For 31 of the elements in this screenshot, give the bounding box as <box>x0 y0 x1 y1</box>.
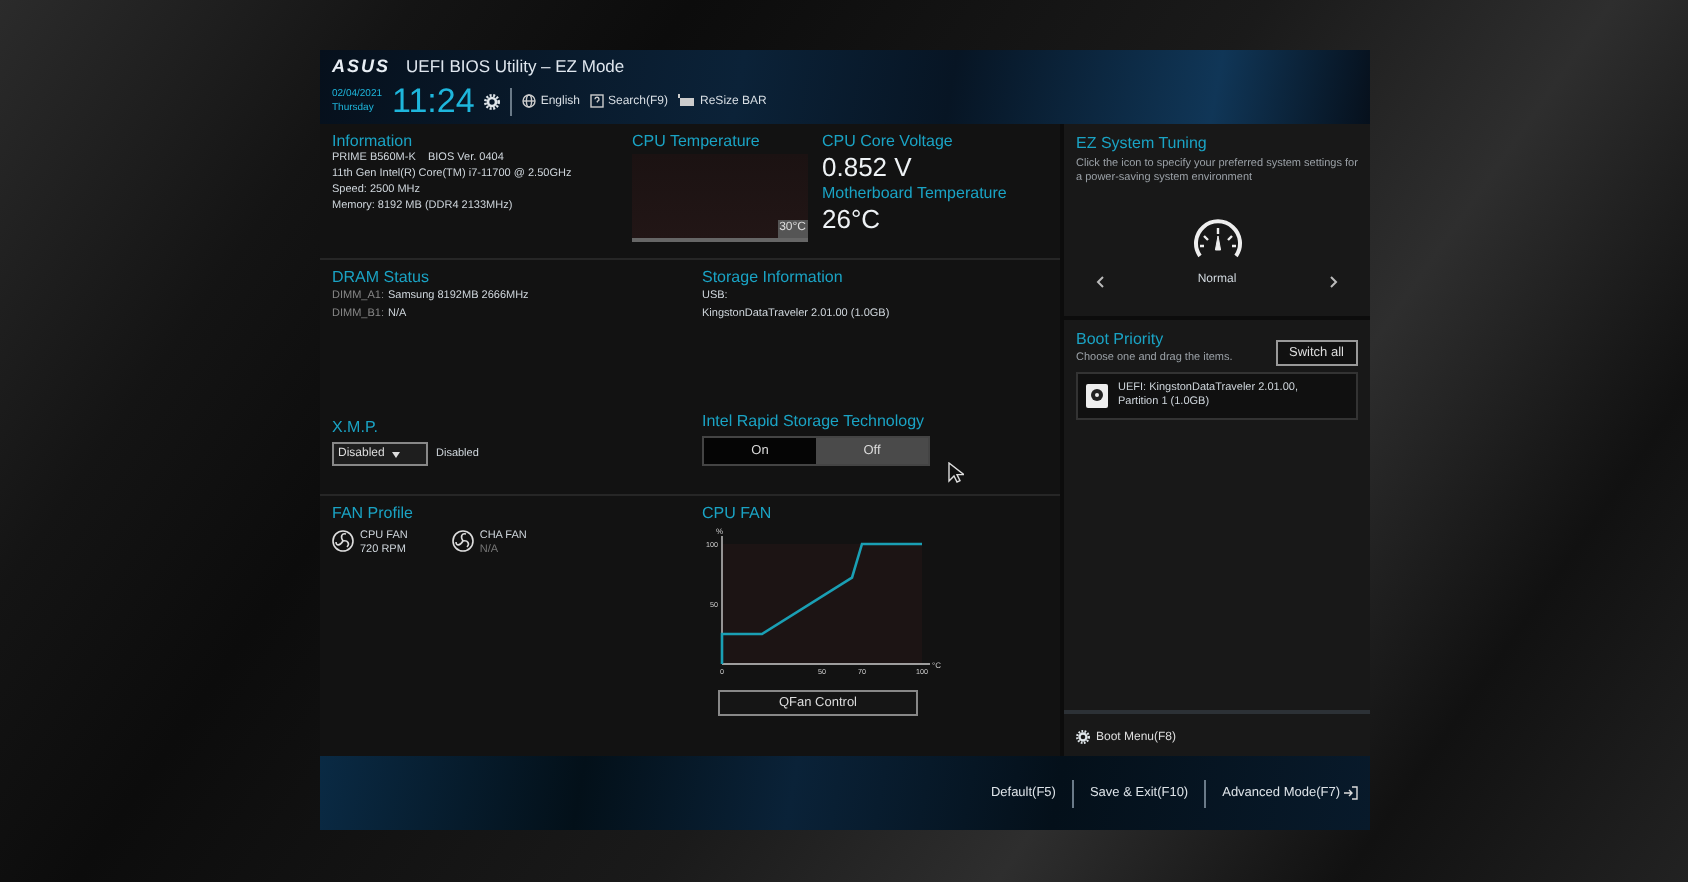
section-title: FAN Profile <box>332 504 415 522</box>
globe-icon <box>522 94 537 108</box>
exit-icon <box>1344 786 1358 800</box>
section-title: Storage Information <box>702 268 845 286</box>
fan-icon <box>332 530 354 552</box>
help-box-icon <box>590 94 604 108</box>
temperature-value: 26°C <box>822 204 883 234</box>
section-title: DRAM Status <box>332 268 431 286</box>
window-title: UEFI BIOS Utility – EZ Mode <box>406 56 625 76</box>
section-title: CPU Temperature <box>632 132 762 150</box>
voltage-value: 0.852 V <box>822 152 914 182</box>
section-title: Boot Priority <box>1076 329 1166 348</box>
section-title: Intel Rapid Storage Technology <box>702 412 927 430</box>
section-title: CPU Core Voltage <box>822 132 955 150</box>
settings-icon <box>1076 730 1090 744</box>
section-title: Information <box>332 132 415 150</box>
fan-icon <box>451 530 474 552</box>
section-title: CPU FAN <box>702 504 774 522</box>
chevron-left-icon[interactable] <box>1096 276 1104 289</box>
mouse-pointer-icon <box>948 462 964 484</box>
drive-icon <box>1086 383 1108 408</box>
clock-time: 11:24 <box>392 84 475 118</box>
speedometer-icon <box>1191 216 1243 261</box>
section-title: X.M.P. <box>332 418 380 436</box>
section-title: EZ System Tuning <box>1076 134 1209 152</box>
logo: ASUS <box>332 56 391 76</box>
card-icon <box>678 94 697 108</box>
section-title: Motherboard Temperature <box>822 184 1009 202</box>
settings-icon <box>484 93 501 109</box>
caret-icon <box>392 451 401 457</box>
chevron-right-icon[interactable] <box>1330 276 1338 289</box>
